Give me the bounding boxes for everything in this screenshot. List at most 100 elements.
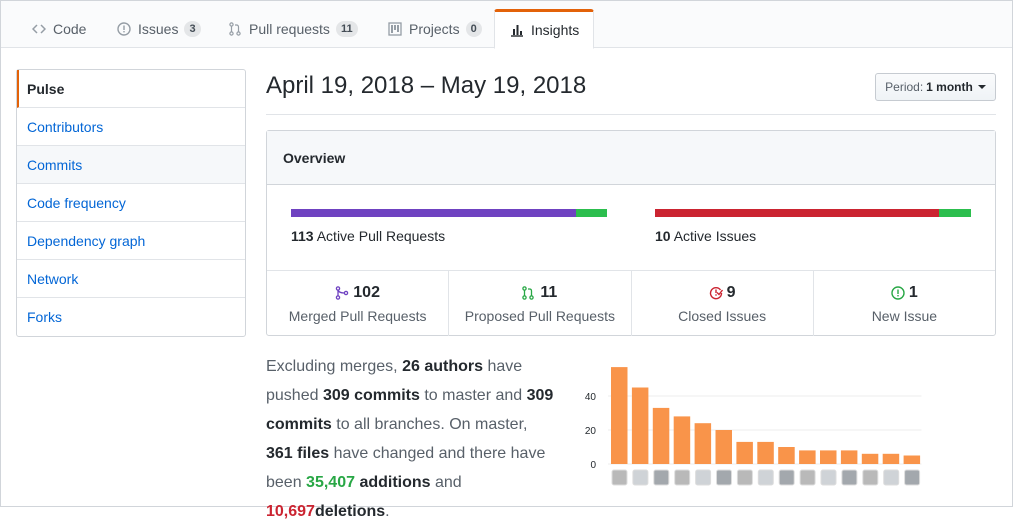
contributor-bar[interactable] (840, 450, 858, 464)
contributor-bar[interactable] (694, 423, 712, 464)
stat-number: 102 (353, 284, 380, 301)
active-pr-label: Active Pull Requests (316, 228, 446, 244)
issue-closed-icon (709, 286, 723, 300)
contributor-bar[interactable] (673, 416, 691, 464)
active-issues-link[interactable]: 10 Active Issues (655, 228, 756, 244)
stat-label: Closed Issues (678, 308, 767, 324)
commits-master-count: 309 commits (322, 387, 420, 404)
y-tick-label: 0 (590, 460, 596, 471)
avatar[interactable] (716, 469, 732, 486)
active-issue-label: Active Issues (673, 228, 757, 244)
tab-projects[interactable]: Projects 0 (387, 9, 482, 49)
stat-closed-issues[interactable]: 9 Closed Issues (632, 271, 814, 336)
overview-panel: Overview 113 Active Pull Requests 10 Act… (266, 130, 996, 336)
contributor-bar[interactable] (611, 367, 628, 464)
tab-pull-requests[interactable]: Pull requests 11 (227, 9, 358, 49)
stat-merged-prs[interactable]: 102 Merged Pull Requests (267, 271, 450, 336)
commit-summary: Excluding merges, 26 authors have pushed… (266, 352, 558, 526)
page-title: April 19, 2018 – May 19, 2018 (266, 72, 587, 99)
summary-text: to master and (424, 387, 523, 404)
avatar[interactable] (736, 469, 753, 486)
additions-word: additions (359, 474, 431, 491)
closed-segment (655, 209, 940, 217)
graph-icon (509, 22, 525, 38)
pull-requests-progress-bar[interactable] (291, 209, 607, 217)
contributor-bar[interactable] (736, 441, 753, 464)
avatar[interactable] (841, 469, 858, 486)
summary-text: to all branches. On master, (336, 416, 528, 433)
avatar[interactable] (757, 469, 774, 486)
tab-label: Pull requests (249, 21, 330, 37)
sidebar-item-contributors[interactable]: Contributors (17, 108, 245, 146)
stats-row: 102 Merged Pull Requests 11 Proposed Pul… (267, 270, 995, 336)
y-tick-label: 20 (585, 426, 597, 437)
tab-issues[interactable]: Issues 3 (116, 9, 201, 49)
tab-label: Issues (138, 21, 179, 37)
sidebar-item-network[interactable]: Network (17, 260, 245, 298)
chevron-down-icon (977, 85, 986, 89)
open-segment (939, 209, 971, 217)
contributor-bar[interactable] (903, 455, 921, 465)
avatar[interactable] (799, 469, 816, 486)
repo-nav: Code Issues 3 Pull requests 11 Projects … (1, 1, 1012, 49)
contributor-bar[interactable] (882, 453, 900, 464)
code-icon (31, 21, 47, 37)
tab-code[interactable]: Code (31, 9, 86, 49)
period-select-button[interactable]: Period: 1 month (875, 73, 996, 101)
avatar[interactable] (883, 469, 900, 486)
project-icon (387, 21, 403, 37)
tab-label: Projects (409, 21, 460, 37)
deletions-count: 10,697 (266, 503, 315, 520)
tab-label: Insights (531, 22, 580, 38)
avatar[interactable] (695, 469, 712, 486)
contributor-bar[interactable] (799, 450, 816, 464)
additions-count: 35,407 (306, 474, 355, 491)
contributor-bar[interactable] (861, 453, 879, 464)
period-value: 1 month (926, 80, 973, 94)
count-badge: 0 (465, 21, 482, 37)
sidebar-item-code-frequency[interactable]: Code frequency (17, 184, 245, 222)
summary-text: Excluding merges, (266, 358, 398, 375)
avatar[interactable] (820, 469, 837, 486)
avatar[interactable] (632, 469, 649, 486)
overview-title: Overview (267, 131, 995, 185)
avatar[interactable] (653, 469, 670, 486)
insights-sidebar: Pulse Contributors Commits Code frequenc… (16, 69, 246, 337)
summary-text: . (385, 503, 390, 520)
stat-proposed-prs[interactable]: 11 Proposed Pull Requests (449, 271, 632, 336)
git-pull-request-icon (522, 286, 536, 300)
issue-opened-icon (116, 21, 132, 37)
contributor-bar[interactable] (715, 430, 733, 464)
avatar[interactable] (674, 469, 691, 486)
avatar[interactable] (611, 469, 628, 486)
deletions-word: deletions (314, 503, 386, 520)
contributors-bar-chart: 0 20 40 (585, 367, 922, 486)
tab-insights[interactable]: Insights (494, 9, 595, 49)
active-pr-count: 113 (291, 228, 314, 244)
sidebar-item-pulse[interactable]: Pulse (17, 70, 245, 108)
issue-opened-icon (891, 286, 905, 300)
contributor-bar[interactable] (757, 441, 774, 464)
issues-progress-bar[interactable] (655, 209, 971, 217)
git-merge-icon (335, 286, 349, 300)
contributor-bar[interactable] (778, 447, 795, 464)
stat-label: New Issue (871, 308, 938, 324)
avatar[interactable] (778, 469, 795, 486)
count-badge: 3 (184, 21, 201, 37)
stat-new-issues[interactable]: 1 New Issue (814, 271, 995, 336)
git-pull-request-icon (227, 21, 243, 37)
contributor-bar[interactable] (652, 407, 670, 464)
contributor-bar[interactable] (631, 387, 649, 465)
sidebar-item-dependency-graph[interactable]: Dependency graph (17, 222, 245, 260)
stat-label: Merged Pull Requests (288, 308, 427, 324)
period-label: Period: (885, 80, 924, 94)
authors-count: 26 authors (402, 358, 483, 375)
contributor-bar[interactable] (820, 450, 837, 464)
avatar[interactable] (904, 469, 921, 486)
avatar[interactable] (862, 469, 879, 486)
active-pull-requests-link[interactable]: 113 Active Pull Requests (291, 228, 445, 244)
count-badge: 11 (335, 21, 358, 37)
sidebar-item-commits[interactable]: Commits (17, 146, 245, 184)
sidebar-item-forks[interactable]: Forks (17, 298, 245, 336)
merged-segment (291, 209, 577, 217)
